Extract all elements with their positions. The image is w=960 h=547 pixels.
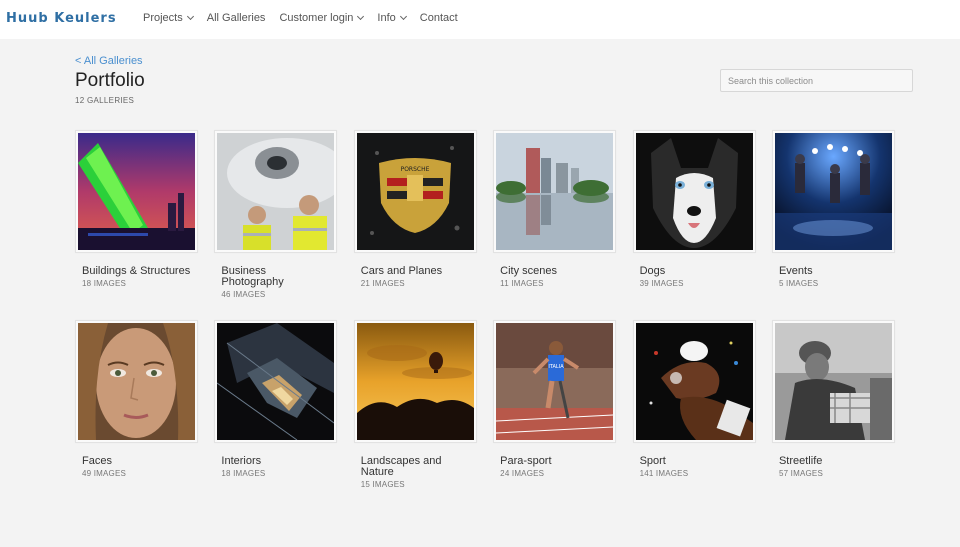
gallery-title[interactable]: Sport [640, 456, 750, 467]
nav-item-all-galleries[interactable]: All Galleries [207, 12, 266, 24]
nav-item-label: Info [377, 12, 396, 24]
staircase-image [217, 323, 335, 440]
nav-item-projects[interactable]: Projects [143, 12, 194, 24]
nav-item-label: Contact [419, 12, 458, 24]
back-to-all-galleries-link[interactable]: < All Galleries [75, 55, 143, 67]
gallery-thumbnail[interactable] [353, 320, 477, 443]
nav-item-label: Projects [143, 12, 183, 24]
gallery-thumbnail[interactable] [771, 130, 895, 253]
gallery-thumbnail[interactable] [493, 130, 617, 253]
gallery-image-count: 39 IMAGES [639, 279, 684, 288]
bridge-night-image [78, 133, 195, 250]
gallery-image-count: 49 IMAGES [82, 469, 127, 478]
gallery-title[interactable]: Interiors [221, 456, 331, 467]
gallery-card-business[interactable]: Business Photography 46 IMAGES [214, 130, 338, 320]
gallery-card-events[interactable]: Events 5 IMAGES [771, 130, 895, 320]
gallery-image-count: 141 IMAGES [639, 469, 689, 478]
chevron-down-icon [399, 12, 407, 21]
gallery-title[interactable]: Dogs [640, 266, 750, 277]
gallery-title[interactable]: Events [779, 266, 889, 277]
gallery-image-count: 18 IMAGES [221, 469, 266, 478]
dancers-stage-image [774, 133, 892, 250]
gallery-image-count: 24 IMAGES [500, 469, 545, 478]
nav-item-label: Customer login [279, 12, 354, 24]
gallery-thumbnail[interactable] [75, 320, 198, 443]
gallery-card-sport[interactable]: Sport 141 IMAGES [632, 320, 756, 510]
gallery-card-cars-planes[interactable]: PORSCHE Cars and Planes 21 IMAGES [353, 130, 477, 320]
gallery-thumbnail[interactable] [75, 130, 198, 253]
gallery-title[interactable]: Business Photography [221, 266, 331, 288]
search-collection-input[interactable] [720, 69, 913, 92]
gallery-thumbnail[interactable] [214, 320, 338, 443]
gallery-image-count: 21 IMAGES [360, 279, 405, 288]
gallery-thumbnail[interactable] [632, 320, 756, 443]
skyline-reflection-image [496, 133, 614, 250]
gallery-thumbnail[interactable] [771, 320, 895, 443]
gallery-card-interiors[interactable]: Interiors 18 IMAGES [214, 320, 338, 510]
engineers-jet-image [217, 133, 335, 250]
svg-text:ITALIA: ITALIA [549, 364, 565, 370]
woman-portrait-image [78, 323, 195, 440]
gallery-grid: Buildings & Structures 18 IMAGES Busines… [75, 130, 900, 510]
gallery-card-streetlife[interactable]: Streetlife 57 IMAGES [771, 320, 895, 510]
gallery-image-count: 15 IMAGES [360, 480, 405, 489]
nav-item-label: All Galleries [206, 12, 266, 24]
gallery-title[interactable]: Landscapes and Nature [361, 456, 471, 478]
street-bw-image [774, 323, 892, 440]
gallery-title[interactable]: Faces [82, 456, 192, 467]
gallery-title[interactable]: Streetlife [779, 456, 889, 467]
site-brand-logo[interactable]: Huub Keulers [6, 11, 117, 26]
gallery-image-count: 46 IMAGES [221, 290, 266, 299]
gallery-count: 12 GALLERIES [75, 96, 135, 105]
gallery-title[interactable]: Para-sport [500, 456, 610, 467]
page-title: Portfolio [75, 70, 145, 91]
gallery-card-buildings[interactable]: Buildings & Structures 18 IMAGES [75, 130, 198, 320]
gallery-thumbnail[interactable]: PORSCHE [353, 130, 477, 253]
gallery-thumbnail[interactable] [214, 130, 338, 253]
gallery-card-landscapes[interactable]: Landscapes and Nature 15 IMAGES [353, 320, 477, 510]
gallery-thumbnail[interactable] [632, 130, 756, 253]
gallery-thumbnail[interactable]: ITALIA [493, 320, 617, 443]
gallery-card-city-scenes[interactable]: City scenes 11 IMAGES [493, 130, 617, 320]
chevron-down-icon [357, 12, 365, 21]
hands-chalk-image [635, 323, 753, 440]
gallery-title[interactable]: City scenes [500, 266, 610, 277]
top-navigation-bar: Huub Keulers Projects All Galleries Cust… [0, 0, 960, 39]
balloon-sunset-image [356, 323, 474, 440]
nav-item-customer-login[interactable]: Customer login [279, 12, 365, 24]
gallery-image-count: 11 IMAGES [500, 279, 544, 288]
gallery-title[interactable]: Cars and Planes [361, 266, 471, 277]
gallery-card-para-sport[interactable]: ITALIA Para-sport 24 IMAGES [493, 320, 617, 510]
gallery-card-faces[interactable]: Faces 49 IMAGES [75, 320, 198, 510]
main-navigation: Projects All Galleries Customer login In… [143, 12, 458, 24]
para-sprinter-image: ITALIA [496, 323, 614, 440]
chevron-down-icon [186, 12, 194, 21]
gallery-title[interactable]: Buildings & Structures [82, 266, 192, 277]
gallery-image-count: 18 IMAGES [82, 279, 127, 288]
svg-text:PORSCHE: PORSCHE [400, 166, 429, 173]
husky-portrait-image [635, 133, 753, 250]
gallery-image-count: 57 IMAGES [778, 469, 823, 478]
nav-item-info[interactable]: Info [377, 12, 407, 24]
nav-item-contact[interactable]: Contact [420, 12, 458, 24]
gallery-card-dogs[interactable]: Dogs 39 IMAGES [632, 130, 756, 320]
gallery-image-count: 5 IMAGES [778, 279, 819, 288]
porsche-crest-image: PORSCHE [356, 133, 474, 250]
